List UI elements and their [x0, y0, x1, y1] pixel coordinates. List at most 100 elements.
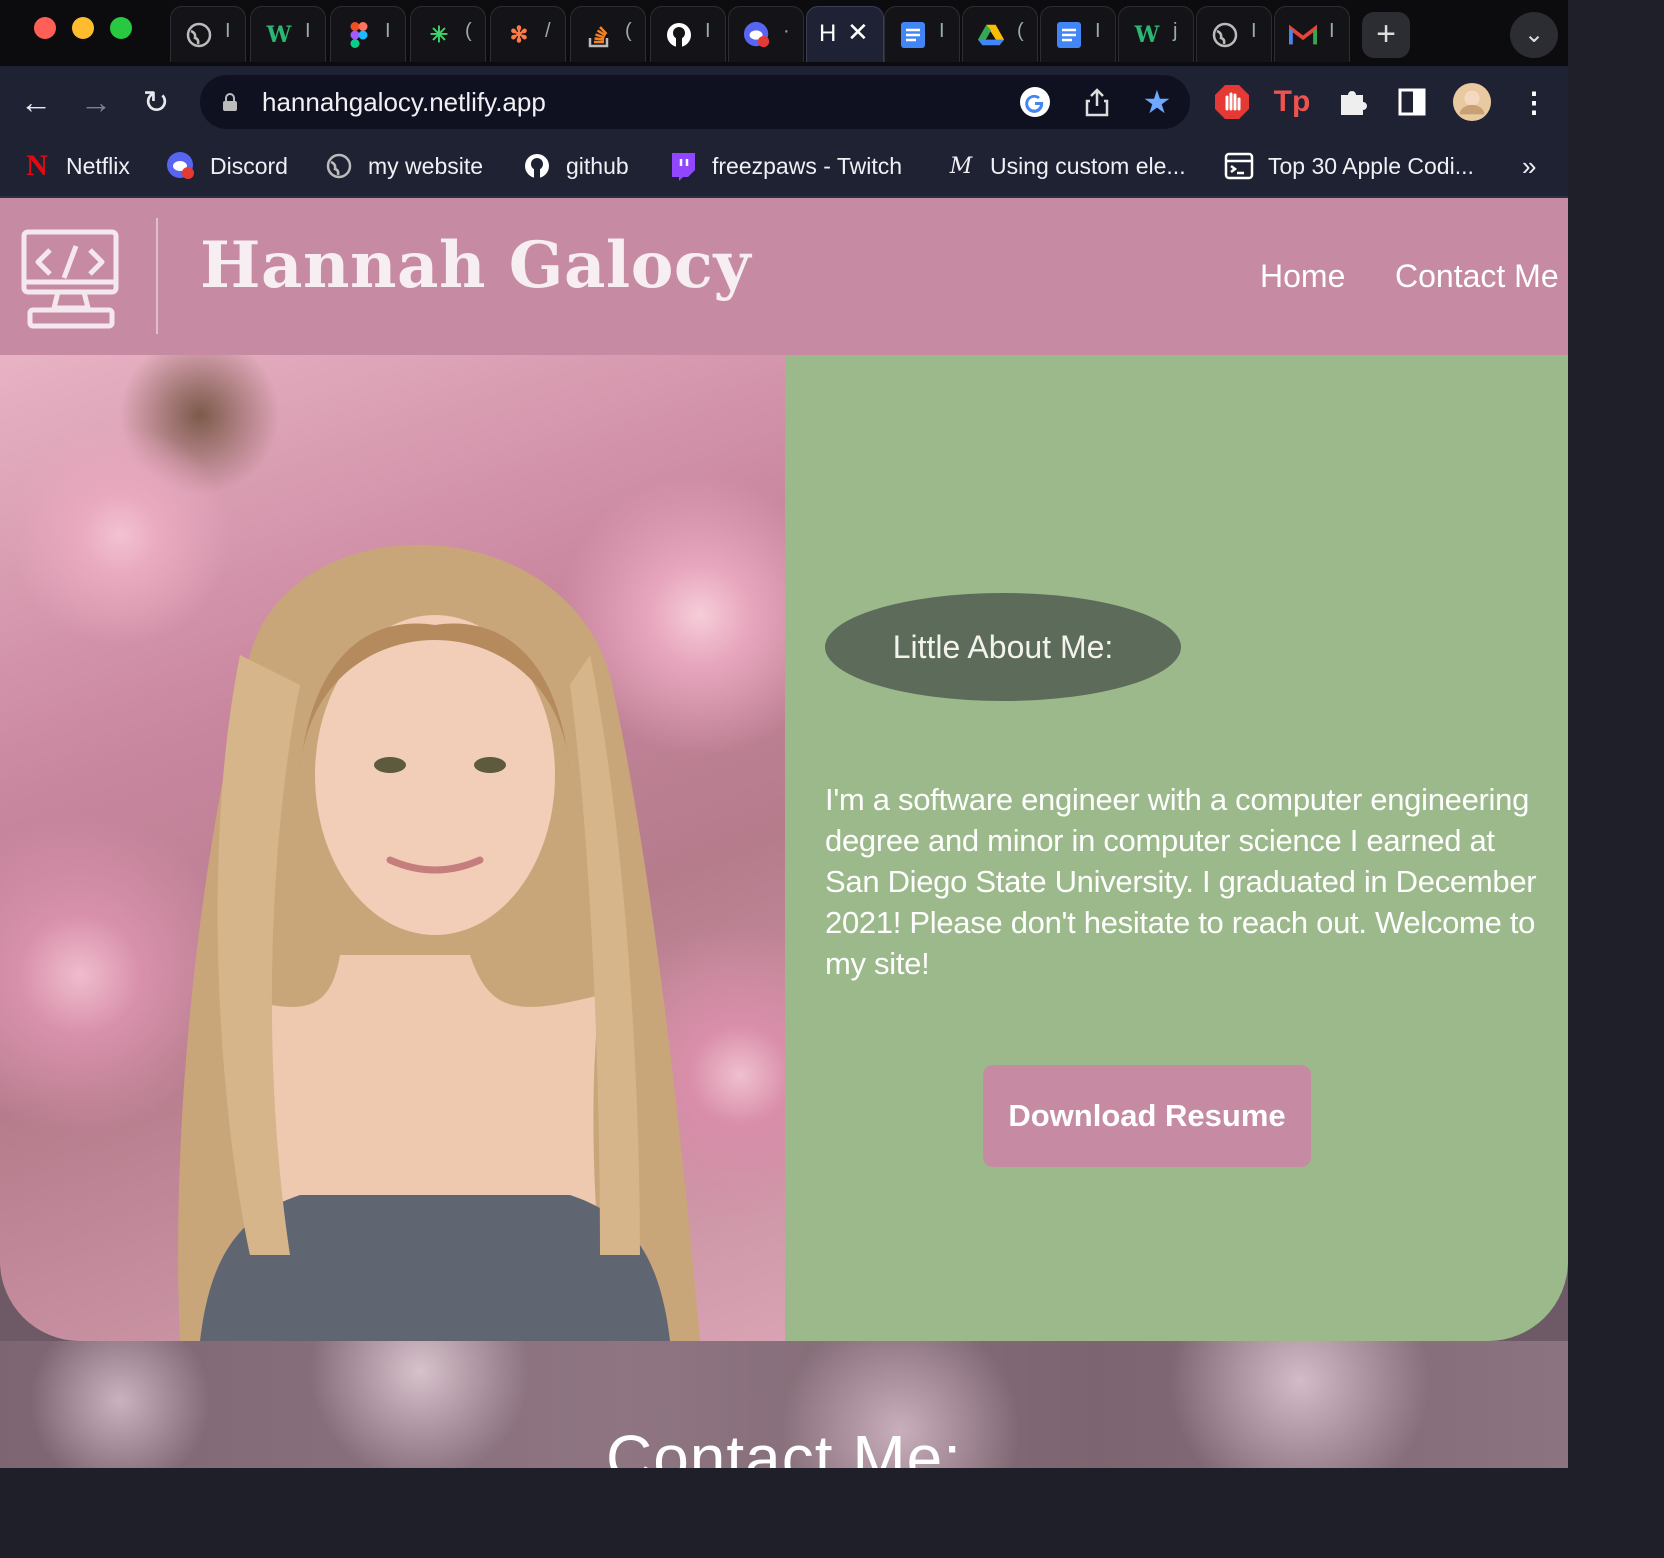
bookmark-discord[interactable]: Discord	[166, 146, 288, 186]
computer-code-logo-icon[interactable]	[18, 228, 126, 334]
browser-tab[interactable]: I	[1040, 6, 1116, 62]
browser-tab[interactable]: I	[1196, 6, 1272, 62]
bookmarks-bar: N Netflix Discord my website github free…	[0, 138, 1568, 198]
browser-tab[interactable]: I	[330, 6, 406, 62]
website-viewport: Hannah Galocy Home Contact Me Little Abo…	[0, 198, 1568, 1468]
browser-tab[interactable]: I	[650, 6, 726, 62]
browser-tab[interactable]: WI	[250, 6, 326, 62]
bookmark-label: github	[566, 152, 629, 179]
globe-icon	[185, 21, 213, 49]
twitch-icon	[668, 151, 698, 181]
adblock-icon[interactable]	[1212, 82, 1252, 122]
tab-title: j	[1173, 20, 1178, 42]
tab-title: (	[1017, 20, 1024, 42]
sidebar-icon[interactable]	[1392, 82, 1432, 122]
google-icon[interactable]	[1018, 85, 1052, 119]
bookmark-label: Using custom ele...	[990, 152, 1186, 179]
browser-menu-icon[interactable]: ⋮	[1514, 82, 1554, 122]
browser-tab[interactable]: (	[570, 6, 646, 62]
profile-photo	[0, 355, 785, 1341]
bookmark-my-website[interactable]: my website	[324, 146, 483, 186]
browser-tab[interactable]: ✳(	[410, 6, 486, 62]
tab-title: /	[545, 20, 551, 42]
medium-icon: M	[949, 153, 973, 179]
site-title: Hannah Galocy	[200, 228, 752, 303]
hero-section: Little About Me: I'm a software engineer…	[0, 355, 1568, 1341]
tab-title: I	[705, 20, 711, 42]
globe-icon	[1211, 21, 1239, 49]
bookmark-label: freezpaws - Twitch	[712, 152, 903, 179]
site-header: Hannah Galocy Home Contact Me	[0, 198, 1568, 355]
bookmark-github[interactable]: github	[522, 146, 629, 186]
tab-search-button[interactable]: ⌄	[1510, 12, 1558, 58]
discord-icon	[743, 21, 771, 49]
figma-icon	[345, 21, 373, 49]
nav-contact-link[interactable]: Contact Me	[1395, 258, 1559, 295]
netflix-icon: N	[26, 149, 48, 182]
url-text: hannahgalocy.netlify.app	[262, 87, 546, 117]
browser-tab[interactable]: (	[962, 6, 1038, 62]
terminal-icon	[1224, 151, 1254, 181]
reload-icon: ↻	[142, 84, 170, 120]
spark-icon: ✳	[429, 22, 449, 47]
bookmark-netflix[interactable]: N Netflix	[22, 146, 130, 186]
bookmark-label: Top 30 Apple Codi...	[1268, 152, 1474, 179]
w3schools-icon: W	[1134, 22, 1160, 48]
tab-strip: I WI I ✳( ✻ / ( I · H ✕ I (I W j I I + …	[0, 0, 1568, 66]
stackoverflow-icon	[585, 21, 613, 49]
browser-tab[interactable]: I	[1274, 6, 1350, 62]
docs-icon	[1055, 21, 1083, 49]
bookmark-custom-elements[interactable]: M Using custom ele...	[946, 146, 1186, 186]
translate-tp-icon[interactable]: Tp	[1272, 82, 1312, 122]
browser-tab[interactable]: ·	[728, 6, 804, 62]
gmail-icon	[1289, 21, 1317, 49]
browser-tab[interactable]: ✻ /	[490, 6, 566, 62]
arrow-left-icon: ←	[20, 84, 52, 120]
bookmark-label: Netflix	[66, 152, 130, 179]
address-bar[interactable]: hannahgalocy.netlify.app ★	[200, 75, 1190, 129]
zoom-window-button[interactable]	[110, 17, 132, 39]
bookmarks-overflow-button[interactable]: »	[1522, 146, 1536, 186]
extensions-puzzle-icon[interactable]	[1332, 82, 1372, 122]
back-button[interactable]: ←	[18, 84, 54, 120]
forward-button[interactable]: →	[78, 84, 114, 120]
about-paragraph: I'm a software engineer with a computer …	[825, 782, 1537, 981]
tab-title: (	[625, 20, 632, 42]
tab-title: I	[385, 20, 391, 42]
browser-toolbar: ← → ↻ hannahgalocy.netlify.app ★ Tp ⋮	[0, 66, 1568, 138]
bookmark-label: my website	[368, 152, 484, 179]
tab-title: I	[1329, 20, 1335, 42]
bookmark-apple-coding[interactable]: Top 30 Apple Codi...	[1224, 146, 1474, 186]
download-resume-button[interactable]: Download Resume	[983, 1065, 1311, 1167]
bookmark-twitch[interactable]: freezpaws - Twitch	[668, 146, 902, 186]
tab-title: I	[225, 20, 231, 42]
reload-button[interactable]: ↻	[138, 84, 174, 120]
minimize-window-button[interactable]	[72, 17, 94, 39]
share-icon[interactable]	[1080, 85, 1114, 119]
nav-home-link[interactable]: Home	[1260, 258, 1345, 295]
tab-title: I	[1251, 20, 1257, 42]
tab-title: (	[465, 20, 472, 42]
docs-icon	[899, 21, 927, 49]
tab-title: ·	[783, 20, 790, 42]
tab-title: I	[305, 20, 311, 42]
browser-tab[interactable]: Wj	[1118, 6, 1194, 62]
discord-icon	[166, 151, 196, 181]
github-icon	[665, 21, 693, 49]
new-tab-button[interactable]: +	[1362, 12, 1410, 58]
close-window-button[interactable]	[34, 17, 56, 39]
browser-tab-active[interactable]: H ✕	[806, 6, 884, 62]
close-tab-icon[interactable]: ✕	[847, 17, 869, 48]
header-divider	[156, 218, 158, 334]
profile-avatar[interactable]	[1452, 82, 1492, 122]
globe-icon	[324, 151, 354, 181]
drive-icon	[977, 21, 1005, 49]
bookmark-star-icon[interactable]: ★	[1140, 84, 1174, 120]
browser-tab[interactable]: I	[884, 6, 960, 62]
chevron-down-icon: ⌄	[1523, 21, 1545, 48]
arrow-right-icon: →	[80, 84, 112, 120]
browser-tab[interactable]: I	[170, 6, 246, 62]
about-section: Little About Me: I'm a software engineer…	[785, 355, 1568, 1341]
lock-icon	[222, 92, 238, 112]
asterisk-icon: ✻	[509, 22, 529, 47]
